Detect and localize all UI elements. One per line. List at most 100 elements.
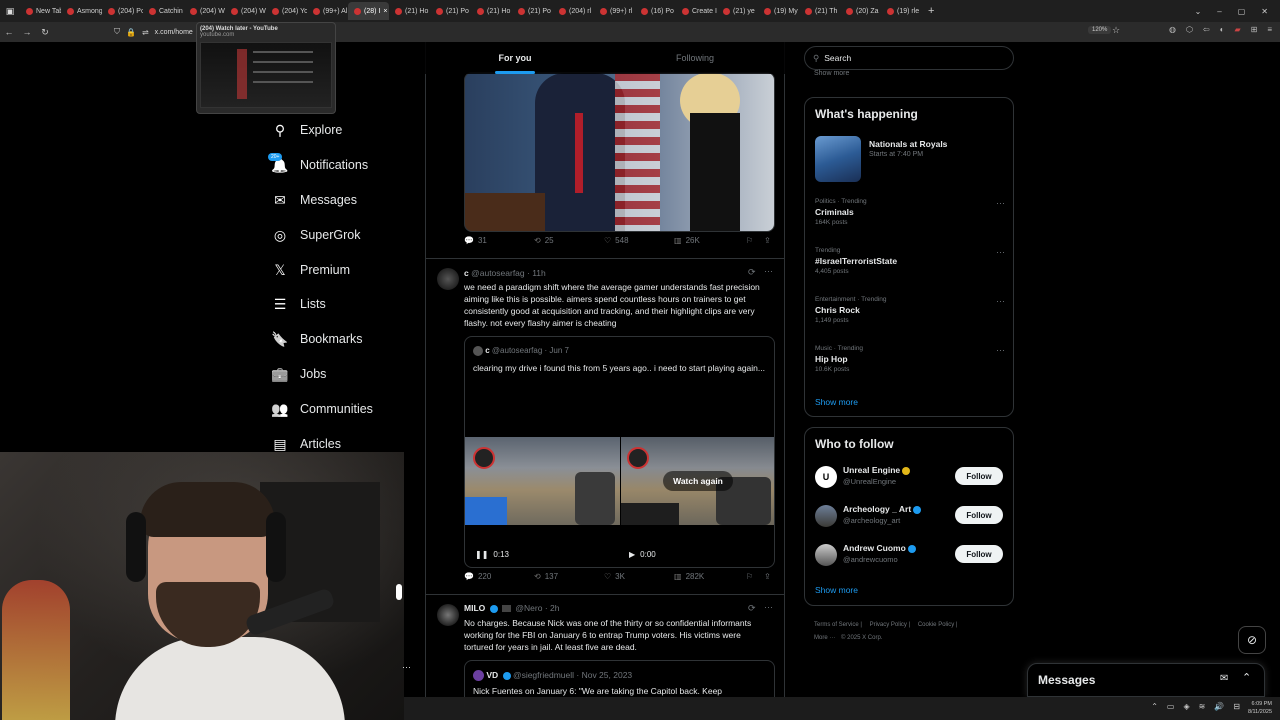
more-link[interactable]: More ··· [814,635,835,641]
search-input[interactable]: Search [824,53,851,63]
browser-tab[interactable]: (21) Po [430,2,471,20]
browser-tab[interactable]: (19) rle [881,2,922,20]
lock-icon[interactable]: 🔒 [126,28,136,37]
url-field[interactable]: x.com/home [155,29,193,36]
new-tab-button[interactable]: + [922,5,940,17]
follow-button[interactable]: Follow [955,506,1003,524]
more-icon[interactable]: ··· [996,296,1005,306]
follow-button[interactable]: Follow [955,467,1003,485]
bookmark-icon[interactable]: ⚐ [746,236,753,245]
avatar[interactable] [437,604,459,626]
extension-icon[interactable]: ◐ [1220,25,1225,34]
author-name[interactable]: c [464,268,469,278]
event-thumbnail[interactable] [815,136,861,182]
who-to-follow-item[interactable]: Andrew Cuomo @andrewcuomo Follow [805,542,1013,570]
grok-floating-button[interactable]: ⊘ [1238,626,1266,654]
clock[interactable]: 6:09 PM 8/11/2025 [1248,700,1272,716]
minimize-icon[interactable]: – [1217,7,1221,16]
likes-action[interactable]: ♡ 3K [604,572,625,581]
grok-icon[interactable]: ⟳ [748,603,756,614]
bookmark-star-icon[interactable]: ☆ [1112,25,1120,36]
replies-action[interactable]: 💬 31 [464,236,487,245]
author-handle[interactable]: @Nero [515,603,542,613]
browser-tab[interactable]: Catchin [143,2,184,20]
author-handle[interactable]: @autosearfag [471,268,525,278]
maximize-icon[interactable]: ▢ [1238,7,1246,16]
more-icon[interactable]: ··· [996,198,1005,208]
follow-button[interactable]: Follow [955,545,1003,563]
pause-icon[interactable]: ❚❚ [475,550,488,559]
extension-icon[interactable]: ⇦ [1203,25,1210,34]
browser-tab[interactable]: (21) Th [799,2,840,20]
browser-tab[interactable]: (204) Yo [266,2,307,20]
who-to-follow-item[interactable]: U Unreal Engine @UnrealEngine Follow [805,464,1013,492]
share-icon[interactable]: ⇪ [764,572,771,581]
nav-item-bookmarks[interactable]: 🔖 Bookmarks [271,327,362,351]
browser-tab[interactable]: (21) ye [717,2,758,20]
browser-tab[interactable]: (204) Po [102,2,143,20]
chevron-up-icon[interactable]: ⌃ [1151,702,1158,711]
reposts-action[interactable]: ⟲ 137 [534,572,558,581]
tray-app-icon[interactable]: ▭ [1167,702,1175,711]
extension-icon[interactable]: ⊞ [1251,25,1258,34]
post-image[interactable] [464,72,775,232]
event-item[interactable]: Nationals at Royals Starts at 7:40 PM [869,139,947,158]
avatar[interactable] [815,544,837,566]
more-icon[interactable]: ··· [764,266,773,276]
quoted-post[interactable]: c @autosearfag · Jun 7 clearing my drive… [464,336,775,568]
expand-icon[interactable]: ⌃ [1242,671,1251,684]
watch-again-button[interactable]: Watch again [663,471,733,491]
reposts-action[interactable]: ⟲ 25 [534,236,554,245]
search-box[interactable]: ⚲ Search [804,46,1014,70]
likes-action[interactable]: ♡ 548 [604,236,629,245]
views-action[interactable]: ▥ 282K [674,572,704,581]
avatar[interactable] [437,268,459,290]
play-icon[interactable]: ▶ [629,550,635,559]
tray-app-icon[interactable]: ◈ [1183,702,1189,711]
messages-drawer[interactable]: Messages ✉ ⌃ [1027,663,1265,697]
show-more-link[interactable]: Show more [815,585,858,595]
nav-item-explore[interactable]: ⚲ Explore [272,118,343,142]
browser-menu-icon[interactable]: ▣ [0,6,20,17]
shield-icon[interactable]: ⛉ [114,27,120,37]
show-more-link[interactable]: Show more [815,397,858,407]
browser-tab[interactable]: (21) Ho [471,2,512,20]
browser-tab[interactable]: (204) rl [553,2,594,20]
browser-tab[interactable]: (99+) rl [594,2,635,20]
post-time[interactable]: · 2h [545,603,560,613]
zoom-badge[interactable]: 120% [1088,26,1112,34]
browser-tab[interactable]: Asmong [61,2,102,20]
bookmark-icon[interactable]: ⚐ [746,572,753,581]
more-icon[interactable]: ··· [996,345,1005,355]
grok-icon[interactable]: ⟳ [748,267,756,278]
privacy-link[interactable]: Privacy Policy [870,622,907,628]
avatar[interactable] [815,505,837,527]
terms-link[interactable]: Terms of Service [814,622,859,628]
browser-tab[interactable]: (21) Po [512,2,553,20]
page-settings-icon[interactable]: ⇌ [142,28,149,37]
reload-icon[interactable]: ↻ [36,27,54,38]
forward-icon[interactable]: → [18,27,36,37]
replies-action[interactable]: 💬 220 [464,572,491,581]
more-icon[interactable]: ··· [402,662,411,672]
views-action[interactable]: ▥ 26K [674,236,700,245]
nav-item-lists[interactable]: ☰ Lists [272,292,326,316]
browser-tab[interactable]: Create I [676,2,717,20]
who-to-follow-item[interactable]: Archeology _ Art @archeology_art Follow [805,503,1013,531]
extension-icon[interactable]: ⬡ [1186,25,1193,34]
nav-item-messages[interactable]: ✉ Messages [272,188,357,212]
browser-tab[interactable]: (16) Po [635,2,676,20]
extension-icon[interactable]: ▰ [1234,25,1240,34]
volume-icon[interactable]: 🔊 [1214,702,1224,711]
browser-tab[interactable]: New Tab [20,2,61,20]
network-icon[interactable]: ⊟ [1233,702,1240,711]
wifi-icon[interactable]: ≋ [1199,702,1206,711]
trend-item[interactable]: Politics · Trending Criminals 164K posts ··… [815,198,1005,226]
new-message-icon[interactable]: ✉ [1220,673,1228,684]
browser-tab[interactable]: (28) I × [348,2,389,20]
nav-item-supergrok[interactable]: ◎ SuperGrok [272,223,361,247]
avatar[interactable]: U [815,466,837,488]
browser-tab[interactable]: (21) Ho [389,2,430,20]
chevron-down-icon[interactable]: ⌄ [1195,7,1202,16]
browser-tab[interactable]: (204) W [184,2,225,20]
